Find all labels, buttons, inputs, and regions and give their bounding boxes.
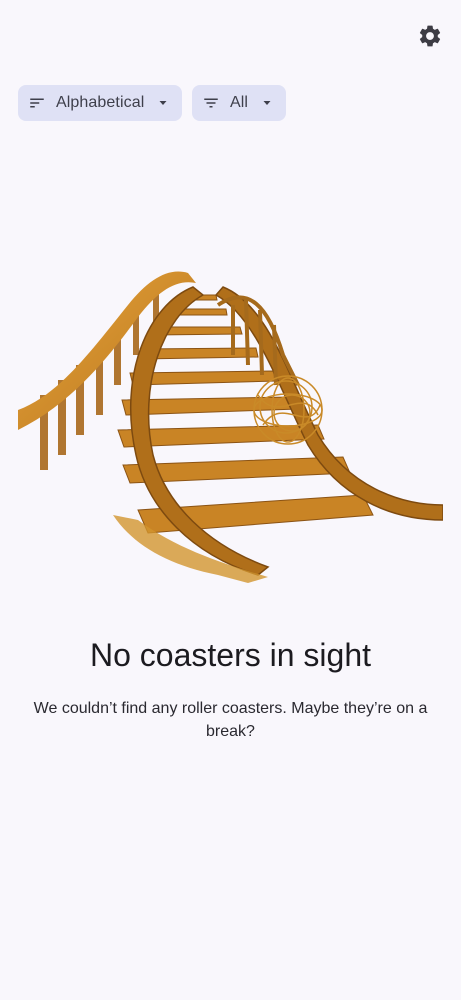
sort-chip[interactable]: Alphabetical [18,85,182,121]
dropdown-arrow-icon [260,96,274,110]
filter-chip[interactable]: All [192,85,286,121]
filter-chip-label: All [230,94,249,111]
settings-button[interactable] [416,22,444,50]
roller-coaster-illustration [18,271,443,583]
empty-state-message: We couldn’t find any roller coasters. Ma… [33,700,428,740]
gear-icon [419,25,441,47]
sort-chip-label: Alphabetical [56,94,145,111]
dropdown-arrow-icon [156,96,170,110]
sort-icon [28,94,46,112]
filter-bar: Alphabetical All [18,85,286,121]
empty-state-title: No coasters in sight [89,637,371,673]
filter-icon [202,94,220,112]
